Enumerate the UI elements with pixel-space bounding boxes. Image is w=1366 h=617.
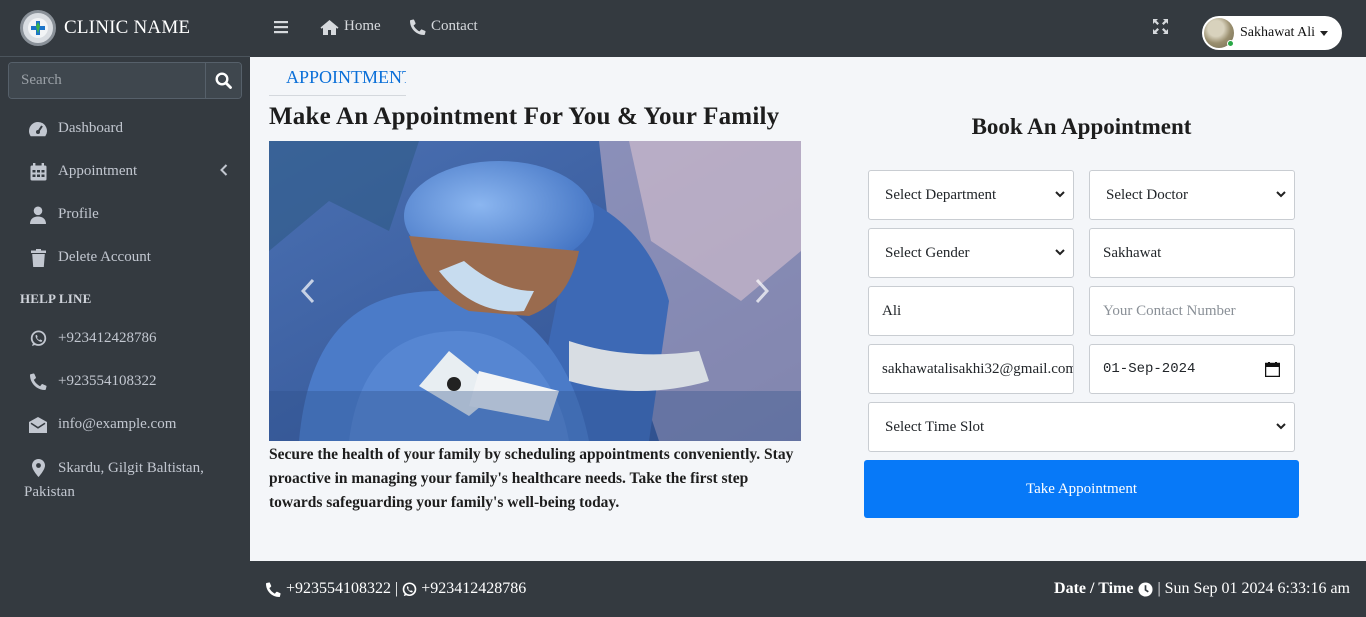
datetime-value: | Sun Sep 01 2024 6:33:16 am bbox=[1157, 580, 1350, 597]
helpline-whatsapp[interactable]: +923412428786 bbox=[0, 317, 250, 360]
trash-icon bbox=[28, 248, 48, 268]
nav-home-label: Home bbox=[344, 18, 381, 34]
user-menu-dropdown[interactable]: Sakhawat Ali bbox=[1202, 16, 1342, 50]
helpline-email[interactable]: info@example.com bbox=[0, 403, 250, 446]
clinic-logo-icon bbox=[20, 10, 56, 46]
sidebar-item-delete-account[interactable]: Delete Account bbox=[0, 236, 250, 279]
footer-contacts: +923554108322 | +923412428786 bbox=[266, 580, 526, 598]
helpline-phone-label: +923554108322 bbox=[58, 373, 157, 389]
contact-number-placeholder: Your Contact Number bbox=[1103, 302, 1236, 319]
last-name-field[interactable]: Ali bbox=[868, 286, 1074, 336]
sidebar-item-profile[interactable]: Profile bbox=[0, 193, 250, 236]
appointment-info-card: APPOINTMENT Make An Appointment For You … bbox=[262, 65, 808, 560]
user-icon bbox=[28, 205, 48, 225]
sidebar-item-appointment[interactable]: Appointment bbox=[0, 150, 250, 193]
tachometer-icon bbox=[28, 119, 48, 139]
take-appointment-button[interactable]: Take Appointment bbox=[864, 460, 1299, 518]
sidebar: CLINIC NAME Dashboard Appointment Profil… bbox=[0, 0, 250, 617]
menu-toggle-button[interactable] bbox=[274, 20, 293, 34]
map-marker-icon bbox=[28, 458, 48, 478]
helpline-whatsapp-label: +923412428786 bbox=[58, 330, 157, 346]
fullscreen-button[interactable] bbox=[1153, 19, 1168, 39]
home-icon bbox=[320, 19, 339, 35]
sidebar-nav: Dashboard Appointment Profile Delete Acc… bbox=[0, 107, 250, 504]
tab-appointment[interactable]: APPOINTMENT bbox=[269, 65, 406, 96]
online-status-dot bbox=[1227, 40, 1234, 47]
user-name: Sakhawat Ali bbox=[1240, 25, 1316, 40]
time-slot-select-value: Select Time Slot bbox=[885, 418, 985, 435]
sidebar-item-dashboard[interactable]: Dashboard bbox=[0, 107, 250, 150]
tab-appointment-label: APPOINTMENT bbox=[286, 67, 406, 87]
nav-contact-link[interactable]: Contact bbox=[410, 18, 478, 35]
department-select-value: Select Department bbox=[885, 186, 997, 203]
footer-phone[interactable]: +923554108322 bbox=[286, 580, 391, 598]
email-field[interactable]: sakhawatalisakhi32@gmail.com bbox=[868, 344, 1074, 394]
chevron-left-icon[interactable] bbox=[220, 164, 228, 176]
carousel-next-icon[interactable] bbox=[755, 278, 769, 304]
image-carousel bbox=[269, 141, 801, 441]
search-input[interactable] bbox=[9, 63, 205, 98]
form-title: Book An Appointment bbox=[971, 114, 1192, 139]
nav-contact-label: Contact bbox=[431, 18, 478, 34]
chevron-down-icon bbox=[1055, 191, 1065, 198]
helpline-address-line2: Pakistan bbox=[24, 484, 75, 500]
calendar-icon[interactable] bbox=[1265, 362, 1280, 377]
helpline-phone[interactable]: +923554108322 bbox=[0, 360, 250, 403]
datetime-label: Date / Time bbox=[1054, 580, 1134, 597]
section-title: Make An Appointment For You & Your Famil… bbox=[269, 103, 780, 130]
contact-number-field[interactable]: Your Contact Number bbox=[1089, 286, 1295, 336]
footer-datetime: Date / Time | Sun Sep 01 2024 6:33:16 am bbox=[1054, 580, 1350, 598]
chevron-down-icon bbox=[1276, 191, 1286, 198]
calendar-icon bbox=[28, 162, 48, 182]
doctor-select[interactable]: Select Doctor bbox=[1089, 170, 1295, 220]
caret-down-icon bbox=[1320, 30, 1329, 36]
search-button[interactable] bbox=[205, 63, 241, 98]
helpline-address-line1: Skardu, Gilgit Baltistan, bbox=[58, 460, 204, 476]
footer-whatsapp[interactable]: +923412428786 bbox=[421, 580, 526, 598]
date-value: 01-Sep-2024 bbox=[1103, 361, 1196, 377]
chevron-down-icon bbox=[1276, 423, 1286, 430]
sidebar-item-label: Appointment bbox=[58, 163, 138, 179]
first-name-field[interactable]: Sakhawat bbox=[1089, 228, 1295, 278]
section-description: Secure the health of your family by sche… bbox=[269, 446, 794, 511]
first-name-value: Sakhawat bbox=[1103, 244, 1162, 261]
time-slot-select[interactable]: Select Time Slot bbox=[868, 402, 1295, 452]
expand-icon bbox=[1153, 19, 1168, 34]
envelope-icon bbox=[28, 415, 48, 435]
phone-icon bbox=[28, 372, 48, 392]
surgery-image bbox=[269, 141, 801, 441]
doctor-select-value: Select Doctor bbox=[1106, 186, 1189, 203]
footer: +923554108322 | +923412428786 Date / Tim… bbox=[250, 561, 1366, 617]
department-select[interactable]: Select Department bbox=[868, 170, 1074, 220]
gender-select-value: Select Gender bbox=[885, 244, 970, 261]
sidebar-item-label: Delete Account bbox=[58, 249, 151, 265]
booking-form-card: Book An Appointment Select Department Se… bbox=[816, 65, 1347, 560]
phone-icon bbox=[266, 581, 281, 597]
sidebar-item-label: Dashboard bbox=[58, 120, 123, 136]
hamburger-icon bbox=[274, 21, 288, 34]
clock-icon bbox=[1138, 581, 1153, 597]
last-name-value: Ali bbox=[882, 302, 902, 319]
whatsapp-icon bbox=[402, 581, 417, 596]
footer-separator: | bbox=[395, 580, 399, 597]
sidebar-search bbox=[8, 62, 242, 99]
sidebar-item-label: Profile bbox=[58, 206, 99, 222]
helpline-address: Skardu, Gilgit Baltistan, bbox=[0, 446, 250, 480]
top-navbar: Home Contact Sakhawat Ali bbox=[250, 0, 1366, 57]
phone-icon bbox=[410, 18, 426, 35]
gender-select[interactable]: Select Gender bbox=[868, 228, 1074, 278]
carousel-prev-icon[interactable] bbox=[301, 278, 315, 304]
search-icon bbox=[215, 72, 232, 89]
whatsapp-icon bbox=[28, 329, 48, 349]
date-field[interactable]: 01-Sep-2024 bbox=[1089, 344, 1295, 394]
email-value: sakhawatalisakhi32@gmail.com bbox=[882, 360, 1074, 377]
brand-name: CLINIC NAME bbox=[64, 17, 191, 38]
avatar bbox=[1204, 18, 1234, 48]
nav-home-link[interactable]: Home bbox=[320, 18, 381, 35]
chevron-down-icon bbox=[1055, 249, 1065, 256]
brand[interactable]: CLINIC NAME bbox=[0, 0, 250, 57]
helpline-email-label: info@example.com bbox=[58, 416, 177, 432]
helpline-header: HELP LINE bbox=[20, 291, 92, 306]
